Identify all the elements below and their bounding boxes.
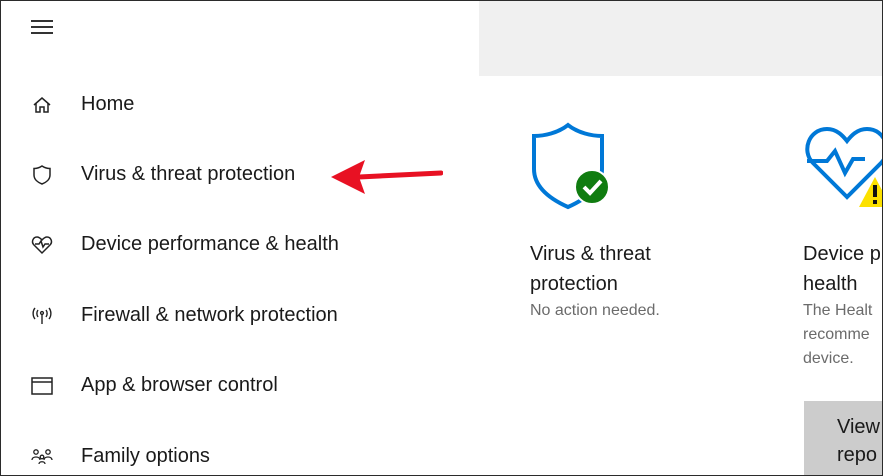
sidebar-item-device-health[interactable]: Device performance & health — [1, 221, 471, 269]
sidebar-item-app-browser[interactable]: App & browser control — [1, 362, 471, 410]
card-status: The Healt recomme device. — [803, 302, 873, 367]
sidebar-item-home[interactable]: Home — [1, 81, 471, 129]
sidebar-item-label: Device performance & health — [81, 233, 339, 255]
card-title: Virus & threat protection — [530, 243, 651, 295]
family-icon — [31, 446, 53, 468]
sidebar-item-label: App & browser control — [81, 374, 278, 396]
sidebar: Home Virus & threat protection Device pe… — [1, 1, 479, 475]
shield-icon — [31, 164, 53, 186]
heart-warning-icon — [803, 121, 882, 216]
sidebar-item-family[interactable]: Family options — [1, 433, 471, 475]
home-icon — [31, 94, 53, 116]
sidebar-item-label: Family options — [81, 445, 210, 467]
red-arrow-annotation — [331, 156, 444, 205]
card-status: No action needed. — [530, 302, 660, 319]
antenna-icon — [31, 305, 53, 327]
card-virus-threat[interactable]: Virus & threat protection No action need… — [530, 121, 790, 321]
view-report-button[interactable]: View repo — [804, 401, 882, 475]
sidebar-item-label: Firewall & network protection — [81, 304, 338, 326]
shield-check-icon — [530, 121, 614, 216]
top-banner — [479, 1, 882, 76]
hamburger-menu-icon[interactable] — [31, 19, 53, 35]
sidebar-item-label: Virus & threat protection — [81, 163, 296, 185]
heart-pulse-icon — [31, 234, 53, 256]
card-device-health[interactable]: Device p health The Healt recomme device… — [803, 121, 882, 381]
browser-window-icon — [31, 375, 53, 397]
windows-security-window: Home Virus & threat protection Device pe… — [0, 0, 883, 476]
card-title: Device p health — [803, 243, 881, 295]
sidebar-item-firewall[interactable]: Firewall & network protection — [1, 292, 471, 340]
sidebar-item-label: Home — [81, 93, 135, 115]
